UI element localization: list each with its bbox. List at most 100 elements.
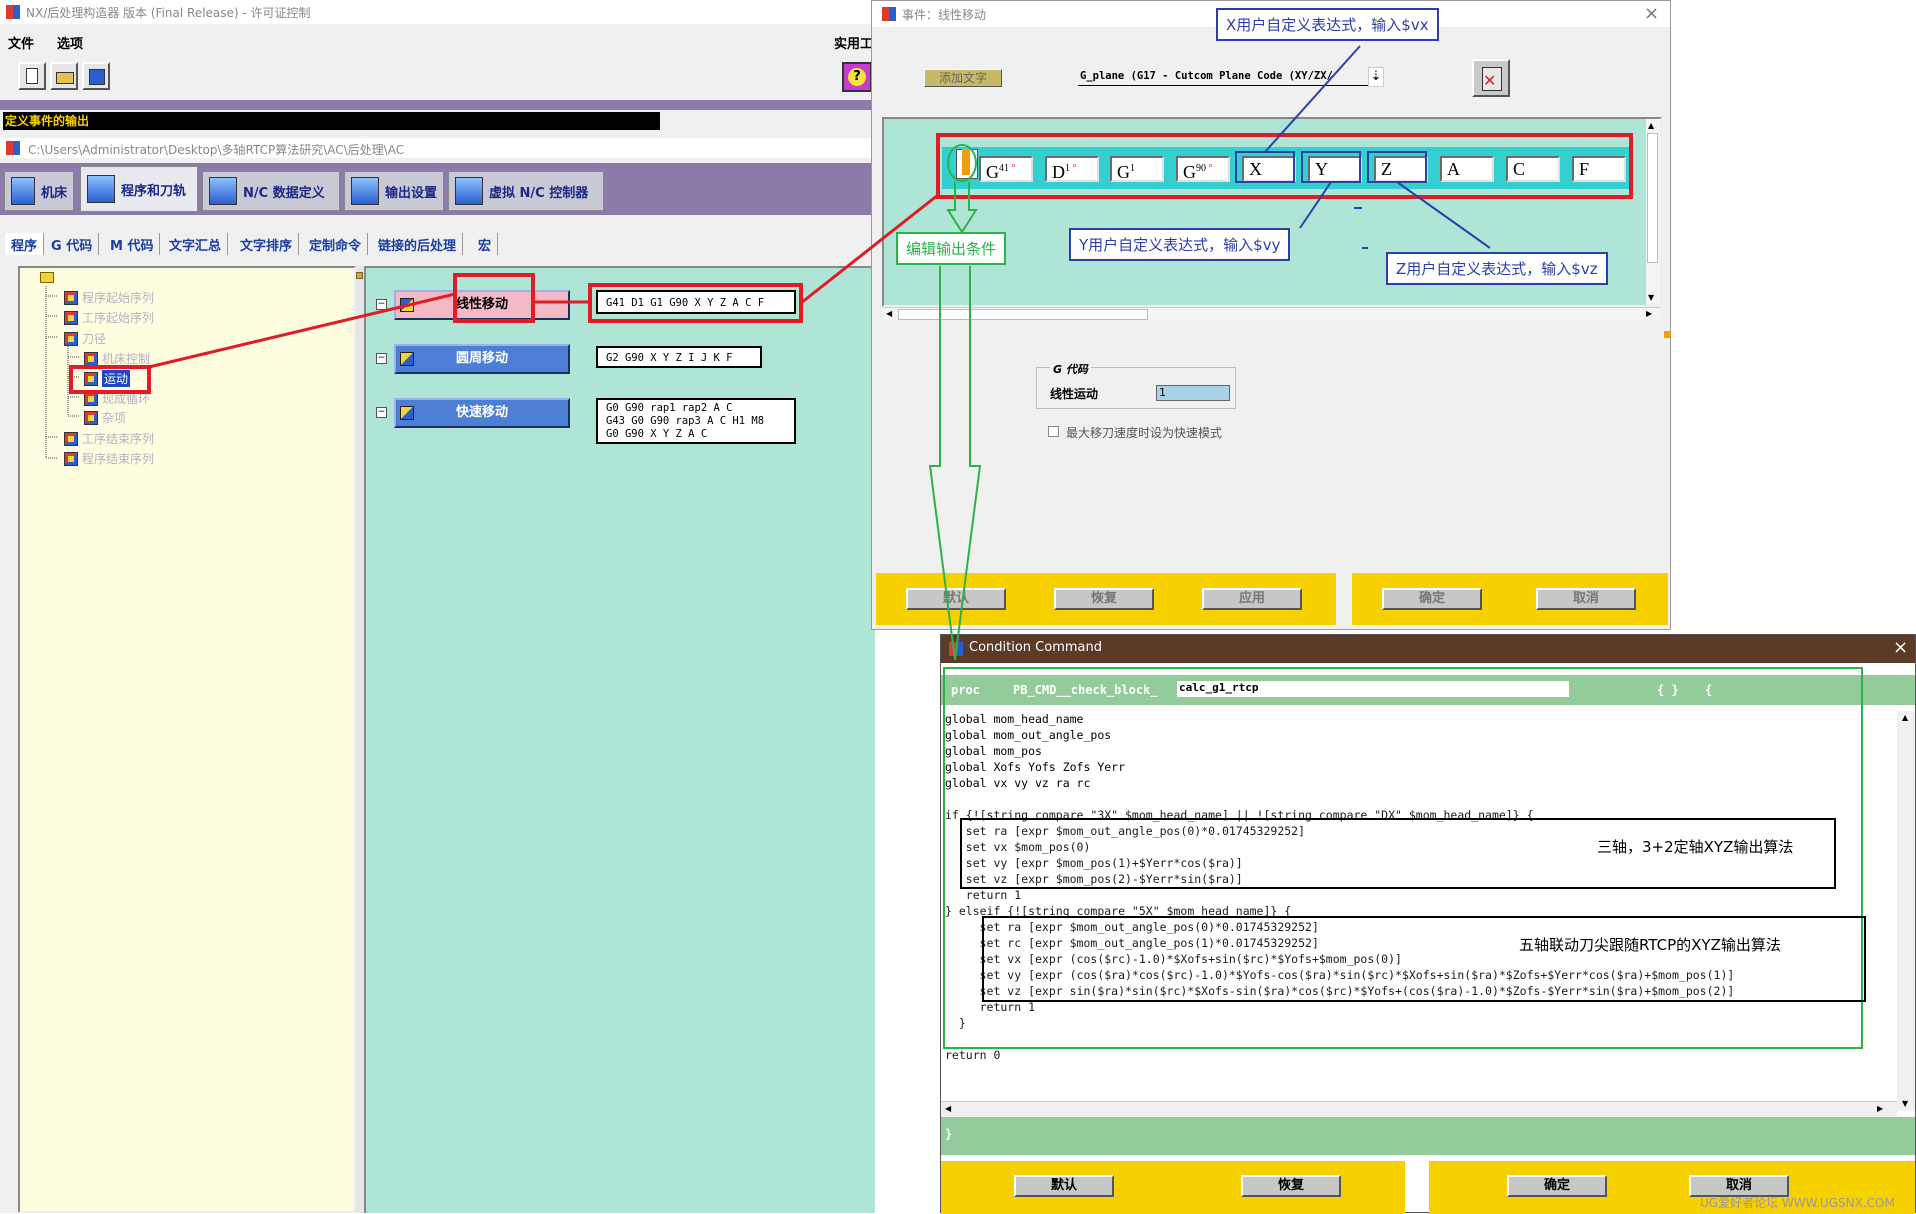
gcode-group-title: G 代码 <box>1050 361 1091 377</box>
subtab-g-code[interactable]: G 代码 <box>45 233 100 255</box>
proc-name-input[interactable]: calc_g1_rtcp <box>1177 681 1569 697</box>
event-circular-move-code[interactable]: G2 G90 X Y Z I J K F <box>596 346 762 368</box>
tree-item-canned-cycle[interactable]: 现成循环 <box>84 390 150 407</box>
tab-program-toolpath[interactable]: 程序和刀轨 <box>80 166 198 212</box>
event-rapid-move-code[interactable]: G0 G90 rap1 rap2 A C G43 G0 G90 rap3 A C… <box>596 398 796 444</box>
condition-title: Condition Command <box>969 640 1102 655</box>
event-restore-button[interactable]: 恢复 <box>1054 588 1154 610</box>
subtab-linked-posts[interactable]: 链接的后处理 <box>372 233 464 255</box>
subtab-macro[interactable]: 宏 <box>472 233 499 255</box>
collapse-linear-move[interactable]: − <box>376 299 387 310</box>
help-icon[interactable]: ? <box>842 62 872 92</box>
tree-item-program-end[interactable]: 程序结束序列 <box>64 450 154 467</box>
trash-icon[interactable]: ✕ <box>1472 59 1510 97</box>
event-linear-move-button[interactable]: 线性移动 <box>394 290 570 320</box>
token-x[interactable]: X <box>1242 156 1296 182</box>
event-dialog: 事件：线性移动 × 添加文字 G_plane (G17 - Cutcom Pla… <box>871 0 1671 630</box>
callout-x-expression: X用户自定义表达式，输入$vx <box>1216 8 1439 41</box>
code-editor[interactable]: global mom_head_name global mom_out_angle… <box>945 711 1895 1111</box>
code-line: set vy [expr $mom_pos(1)+$Yerr*cos($ra)] <box>945 856 1243 870</box>
tree-item-toolpath[interactable]: 刀径 <box>64 330 106 347</box>
tab-nc-data[interactable]: N/C 数据定义 <box>202 171 340 211</box>
subtab-custom-command[interactable]: 定制命令 <box>303 233 369 255</box>
callout-edit-condition: 编辑输出条件 <box>896 232 1007 265</box>
event-cancel-button[interactable]: 取消 <box>1536 588 1636 610</box>
event-circular-move-button[interactable]: 圆周移动 <box>394 344 570 374</box>
tab-virtual-nc[interactable]: 虚拟 N/C 控制器 <box>448 171 604 211</box>
tree-item-program-start[interactable]: 程序起始序列 <box>64 289 154 306</box>
subtab-word-summary[interactable]: 文字汇总 <box>163 233 229 255</box>
condition-dialog: Condition Command × proc PB_CMD__check_b… <box>940 634 1916 1214</box>
rapid-mode-checkbox[interactable] <box>1048 426 1059 437</box>
menu-options[interactable]: 选项 <box>57 33 83 52</box>
dropdown-arrow-icon[interactable]: ⇣ <box>1368 67 1384 87</box>
canned-cycle-icon <box>84 391 98 406</box>
token-g90[interactable]: G90 ° <box>1176 156 1230 182</box>
token-a[interactable]: A <box>1440 156 1494 182</box>
token-g41[interactable]: G41 ° <box>979 156 1033 182</box>
tree-item-operation-start[interactable]: 工序起始序列 <box>64 309 154 326</box>
code-line: global Xofs Yofs Zofs Yerr <box>945 760 1126 774</box>
event-linear-move-code[interactable]: G41 D1 G1 G90 X Y Z A C F <box>596 290 796 314</box>
event-output-label: 定义事件的输出 <box>5 114 90 128</box>
tab-output-settings[interactable]: 输出设置 <box>344 171 444 211</box>
splitter-handle[interactable] <box>356 272 363 279</box>
menu-utilities[interactable]: 实用工 <box>834 33 873 52</box>
code-line: global mom_pos <box>945 744 1042 758</box>
condition-restore-button[interactable]: 恢复 <box>1241 1175 1341 1197</box>
event-icon <box>400 406 414 420</box>
condition-close-icon[interactable]: × <box>1893 637 1908 658</box>
code-line: set vy [expr (cos($ra)*cos($rc)-1.0)*$Yo… <box>945 968 1735 982</box>
left-title-bar: NX/后处理构造器 版本 (Final Release) - 许可证控制 <box>0 0 875 24</box>
condition-default-button[interactable]: 默认 <box>1014 1175 1114 1197</box>
event-output-bar: 定义事件的输出 <box>3 112 660 130</box>
save-icon[interactable] <box>82 62 110 90</box>
subtab-m-code[interactable]: M 代码 <box>104 233 161 255</box>
condition-ok-button[interactable]: 确定 <box>1507 1175 1607 1197</box>
token-y[interactable]: Y <box>1308 156 1362 182</box>
collapse-circular-move[interactable]: − <box>376 353 387 364</box>
proc-args: { } <box>1657 683 1679 697</box>
word-select[interactable]: G_plane (G17 - Cutcom Plane Code (XY/ZX/ <box>1078 68 1368 86</box>
word-area-hscroll[interactable]: ◀ ▶ <box>884 307 1660 321</box>
tree-item-misc[interactable]: 杂项 <box>84 409 126 426</box>
tree-item-motion[interactable]: 运动 <box>84 370 131 387</box>
open-folder-icon[interactable] <box>50 62 78 90</box>
tree-item-machine-control[interactable]: 机床控制 <box>84 350 150 367</box>
code-line: global mom_out_angle_pos <box>945 728 1112 742</box>
tab-machine[interactable]: 机床 <box>4 171 74 211</box>
code-hscroll[interactable]: ◀ ▶ <box>941 1101 1897 1117</box>
subtab-program[interactable]: 程序 <box>5 233 45 255</box>
event-default-button[interactable]: 默认 <box>906 588 1006 610</box>
code-vscroll[interactable]: ▲ ▼ <box>1897 711 1915 1111</box>
token-d1[interactable]: D1 ° <box>1045 156 1099 182</box>
event-dialog-close-icon[interactable]: × <box>1644 3 1659 24</box>
event-rapid-move-button[interactable]: 快速移动 <box>394 398 570 428</box>
path-bar: C:\Users\Administrator\Desktop\多轴RTCP算法研… <box>0 138 875 158</box>
proc-keyword: proc <box>951 683 980 697</box>
word-area-vscroll[interactable]: ▲ ▼ <box>1646 119 1660 305</box>
condition-title-bar: Condition Command × <box>941 635 1915 663</box>
rapid-mode-label: 最大移刀速度时设为快速模式 <box>1066 426 1223 440</box>
motion-icon <box>84 371 98 386</box>
token-c[interactable]: C <box>1506 156 1560 182</box>
menu-file[interactable]: 文件 <box>8 33 34 52</box>
panel-splitter[interactable] <box>356 266 364 1213</box>
token-f[interactable]: F <box>1572 156 1626 182</box>
token-z[interactable]: Z <box>1374 156 1428 182</box>
machine-icon <box>11 177 35 205</box>
dash-marker <box>1354 207 1362 209</box>
event-apply-button[interactable]: 应用 <box>1202 588 1302 610</box>
tree-item-operation-end[interactable]: 工序结束序列 <box>64 430 154 447</box>
resize-handle[interactable] <box>1664 331 1671 338</box>
app-icon <box>6 5 20 19</box>
subtab-word-sequence[interactable]: 文字排序 <box>234 233 300 255</box>
add-word-button[interactable]: 添加文字 <box>924 69 1002 87</box>
token-g1[interactable]: G1 <box>1110 156 1164 182</box>
new-file-icon[interactable] <box>18 62 46 90</box>
collapse-rapid-move[interactable]: − <box>376 407 387 418</box>
event-ok-button[interactable]: 确定 <box>1382 588 1482 610</box>
toolpath-icon <box>64 331 78 346</box>
linear-motion-input[interactable]: 1 <box>1156 385 1230 401</box>
